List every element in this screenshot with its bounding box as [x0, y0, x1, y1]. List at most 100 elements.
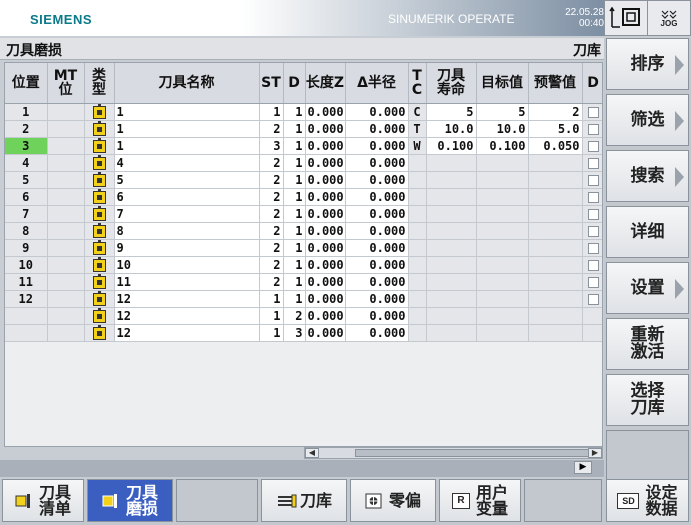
warning-cell[interactable]: [528, 154, 583, 172]
checkbox-icon[interactable]: [587, 225, 599, 237]
tool-life-cell[interactable]: [426, 307, 477, 325]
length-z-cell[interactable]: 0.000: [305, 324, 346, 342]
disable-check-cell[interactable]: [582, 256, 602, 274]
warning-cell[interactable]: 5.0: [528, 120, 583, 138]
d-cell[interactable]: 3: [283, 324, 306, 342]
position-cell[interactable]: [5, 307, 48, 325]
checkbox-icon[interactable]: [587, 208, 599, 220]
tool-name-cell[interactable]: 11: [114, 273, 260, 291]
d-cell[interactable]: 1: [283, 188, 306, 206]
checkbox-icon[interactable]: [587, 191, 599, 203]
mt-place-cell[interactable]: [47, 290, 85, 308]
tool-life-cell[interactable]: [426, 290, 477, 308]
d-cell[interactable]: 1: [283, 205, 306, 223]
tool-life-cell[interactable]: [426, 222, 477, 240]
tool-name-cell[interactable]: 6: [114, 188, 260, 206]
tc-cell[interactable]: [408, 205, 427, 223]
delta-radius-cell[interactable]: 0.000: [345, 171, 409, 189]
length-z-cell[interactable]: 0.000: [305, 120, 346, 138]
tool-name-cell[interactable]: 1: [114, 120, 260, 138]
position-cell[interactable]: 1: [5, 103, 48, 121]
d-cell[interactable]: 1: [283, 171, 306, 189]
st-cell[interactable]: 1: [259, 307, 284, 325]
vertical-softkey-8[interactable]: [606, 430, 689, 482]
position-cell[interactable]: 2: [5, 120, 48, 138]
tc-cell[interactable]: W: [408, 137, 427, 155]
length-z-cell[interactable]: 0.000: [305, 290, 346, 308]
table-row[interactable]: 12 12 1 1 0.000 0.000: [5, 290, 602, 308]
softkey-tool-list[interactable]: 刀具 清单: [2, 479, 84, 522]
tool-name-cell[interactable]: 1: [114, 103, 260, 121]
table-row[interactable]: 7 7 2 1 0.000 0.000: [5, 205, 602, 223]
length-z-cell[interactable]: 0.000: [305, 239, 346, 257]
mt-place-cell[interactable]: [47, 188, 85, 206]
table-row[interactable]: 12 1 3 0.000 0.000: [5, 324, 602, 342]
tool-type-cell[interactable]: [84, 307, 115, 325]
disable-check-cell[interactable]: [582, 120, 602, 138]
disable-check-cell[interactable]: [582, 290, 602, 308]
tc-cell[interactable]: [408, 290, 427, 308]
length-z-cell[interactable]: 0.000: [305, 188, 346, 206]
tc-cell[interactable]: [408, 222, 427, 240]
softkey-empty-1[interactable]: [176, 479, 258, 522]
table-row[interactable]: 9 9 2 1 0.000 0.000: [5, 239, 602, 257]
target-cell[interactable]: [476, 205, 529, 223]
st-cell[interactable]: 2: [259, 120, 284, 138]
delta-radius-cell[interactable]: 0.000: [345, 120, 409, 138]
tool-type-cell[interactable]: [84, 205, 115, 223]
d-cell[interactable]: 1: [283, 137, 306, 155]
horizontal-scrollbar[interactable]: ◀ ▶: [304, 447, 603, 459]
tc-cell[interactable]: [408, 239, 427, 257]
mt-place-cell[interactable]: [47, 120, 85, 138]
length-z-cell[interactable]: 0.000: [305, 222, 346, 240]
d-cell[interactable]: 1: [283, 154, 306, 172]
softkey-user-variables[interactable]: R 用户 变量: [439, 479, 521, 522]
tool-type-cell[interactable]: [84, 222, 115, 240]
select-magazine-button[interactable]: 选择 刀库: [606, 374, 689, 426]
warning-cell[interactable]: [528, 222, 583, 240]
warning-cell[interactable]: [528, 307, 583, 325]
length-z-cell[interactable]: 0.000: [305, 205, 346, 223]
st-cell[interactable]: 2: [259, 222, 284, 240]
scroll-left-icon[interactable]: ◀: [305, 448, 319, 458]
tool-life-cell[interactable]: 10.0: [426, 120, 477, 138]
length-z-cell[interactable]: 0.000: [305, 273, 346, 291]
length-z-cell[interactable]: 0.000: [305, 103, 346, 121]
mt-place-cell[interactable]: [47, 154, 85, 172]
st-cell[interactable]: 2: [259, 205, 284, 223]
warning-cell[interactable]: [528, 188, 583, 206]
tool-life-cell[interactable]: [426, 205, 477, 223]
mt-place-cell[interactable]: [47, 239, 85, 257]
tool-life-cell[interactable]: 0.100: [426, 137, 477, 155]
delta-radius-cell[interactable]: 0.000: [345, 256, 409, 274]
length-z-cell[interactable]: 0.000: [305, 256, 346, 274]
checkbox-icon[interactable]: [587, 293, 599, 305]
table-row[interactable]: 1 1 1 1 0.000 0.000 C 5 5 2: [5, 103, 602, 121]
tool-type-cell[interactable]: [84, 120, 115, 138]
delta-radius-cell[interactable]: 0.000: [345, 307, 409, 325]
tool-life-cell[interactable]: [426, 171, 477, 189]
tc-cell[interactable]: [408, 256, 427, 274]
tool-name-cell[interactable]: 9: [114, 239, 260, 257]
tool-life-cell[interactable]: [426, 273, 477, 291]
table-row[interactable]: 2 1 2 1 0.000 0.000 T 10.0 10.0 5.0: [5, 120, 602, 138]
position-cell[interactable]: 8: [5, 222, 48, 240]
tool-life-cell[interactable]: [426, 256, 477, 274]
delta-radius-cell[interactable]: 0.000: [345, 154, 409, 172]
softkey-tool-wear[interactable]: 刀具 磨损: [87, 479, 173, 522]
tool-life-cell[interactable]: 5: [426, 103, 477, 121]
mt-place-cell[interactable]: [47, 137, 85, 155]
details-button[interactable]: 详细: [606, 206, 689, 258]
softkey-work-offset[interactable]: 零偏: [350, 479, 436, 522]
softkey-empty-2[interactable]: [524, 479, 602, 522]
disable-check-cell[interactable]: [582, 103, 602, 121]
d-cell[interactable]: 1: [283, 222, 306, 240]
table-row[interactable]: 10 10 2 1 0.000 0.000: [5, 256, 602, 274]
tool-name-cell[interactable]: 5: [114, 171, 260, 189]
tc-cell[interactable]: C: [408, 103, 427, 121]
checkbox-icon[interactable]: [587, 106, 599, 118]
d-cell[interactable]: 1: [283, 239, 306, 257]
position-cell[interactable]: 6: [5, 188, 48, 206]
st-cell[interactable]: 2: [259, 256, 284, 274]
mt-place-cell[interactable]: [47, 171, 85, 189]
